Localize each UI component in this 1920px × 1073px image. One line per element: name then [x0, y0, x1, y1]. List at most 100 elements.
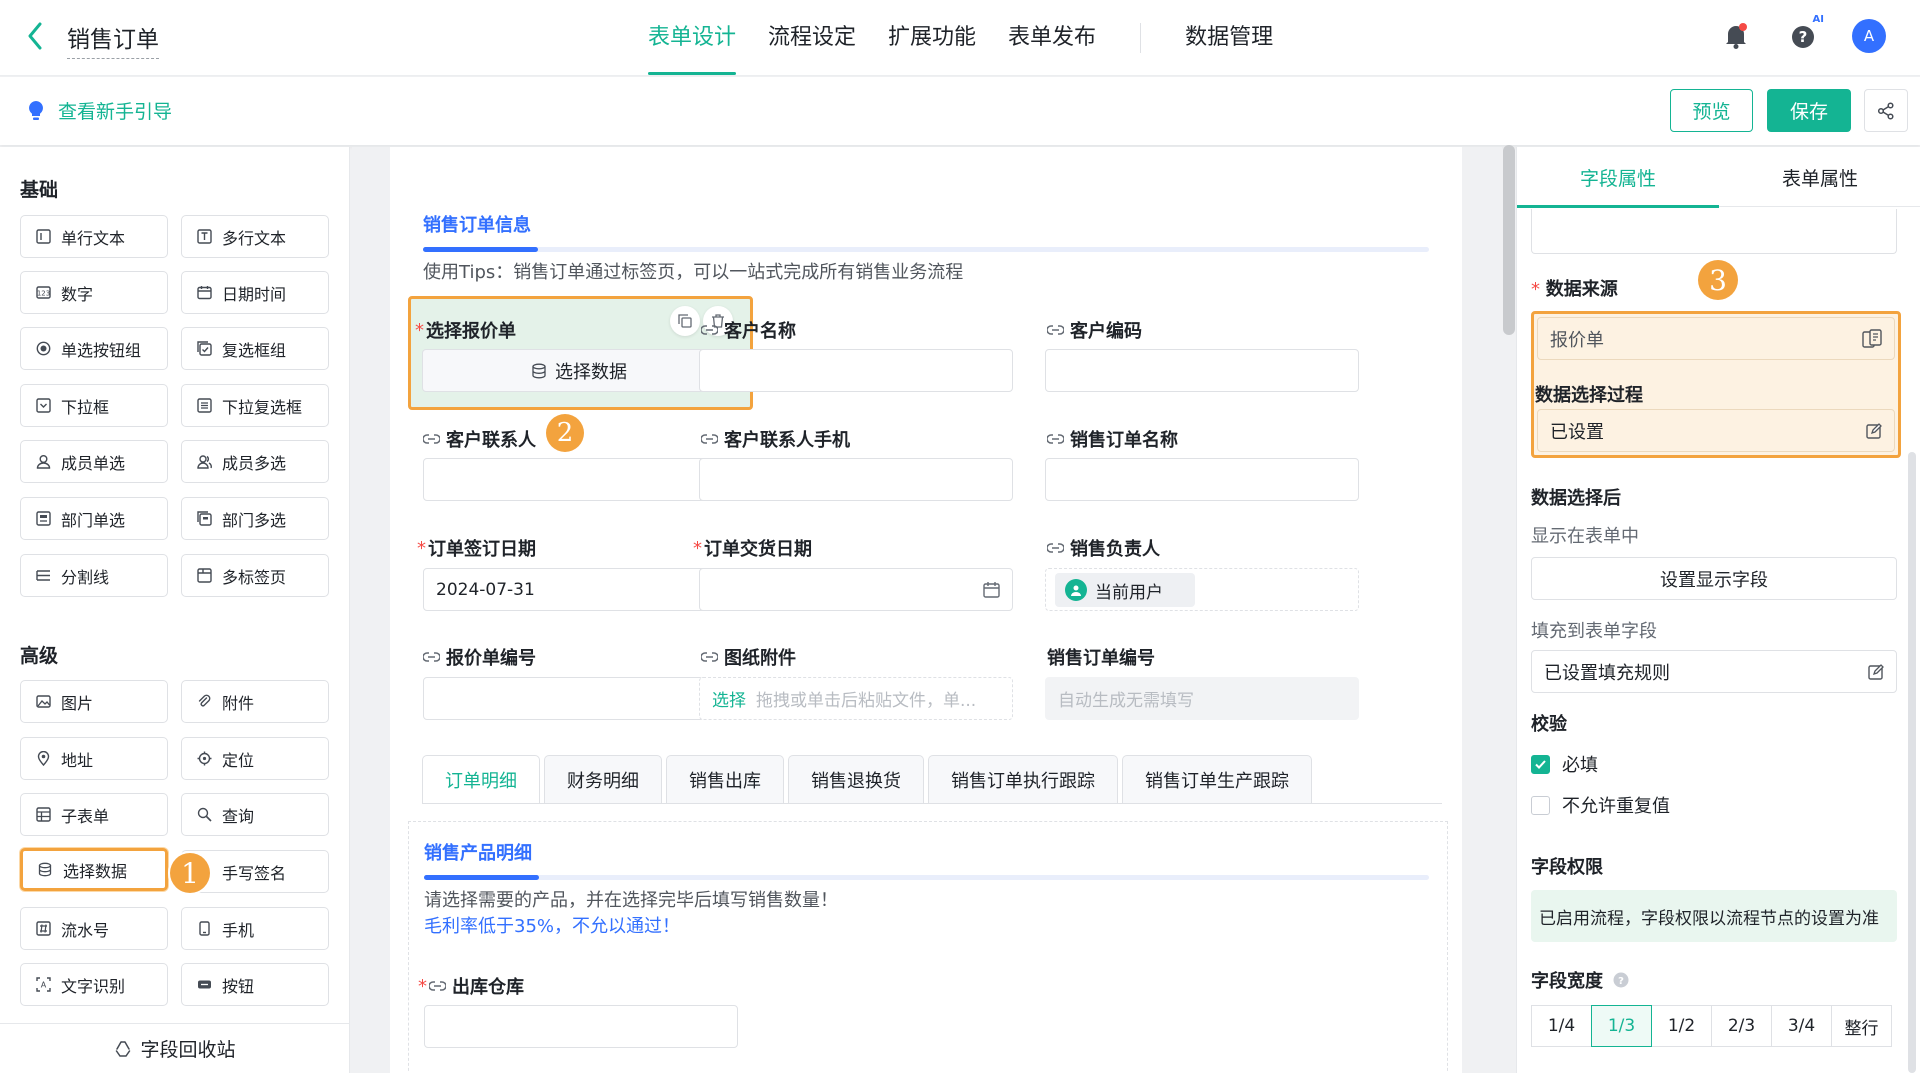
component-ocr[interactable]: A 文字识别: [20, 963, 168, 1006]
width-option-full[interactable]: 整行: [1831, 1005, 1892, 1047]
component-member-single[interactable]: 成员单选: [20, 440, 168, 483]
warehouse-input[interactable]: [424, 1005, 738, 1048]
component-location[interactable]: 定位: [181, 737, 329, 780]
back-button[interactable]: [20, 18, 50, 54]
field-width-label: 字段宽度?: [1531, 967, 1629, 993]
selection-process-input[interactable]: 已设置: [1537, 409, 1895, 452]
component-phone[interactable]: 手机: [181, 907, 329, 950]
properties-scrollbar[interactable]: [1908, 452, 1916, 1073]
subtab-production-tracking[interactable]: 销售订单生产跟踪: [1122, 755, 1312, 803]
component-multi-line-text[interactable]: 多行文本: [181, 215, 329, 258]
delivery-date-input[interactable]: [699, 568, 1013, 611]
form-tips: 使用Tips：销售订单通过标签页，可以一站式完成所有销售业务流程: [423, 262, 964, 283]
tab-publish[interactable]: 表单发布: [1008, 0, 1096, 76]
subtab-finance-detail[interactable]: 财务明细: [544, 755, 662, 803]
tab-form-properties[interactable]: 表单属性: [1719, 147, 1920, 207]
component-number[interactable]: 123 数字: [20, 271, 168, 314]
sub-tabs: 订单明细 财务明细 销售出库 销售退换货 销售订单执行跟踪 销售订单生产跟踪: [422, 755, 1312, 803]
component-button[interactable]: 按钮: [181, 963, 329, 1006]
textarea-icon: [196, 229, 212, 245]
nav-divider: [1140, 23, 1142, 53]
width-option-2-3[interactable]: 2/3: [1711, 1005, 1772, 1047]
data-source-input[interactable]: 报价单: [1537, 317, 1895, 360]
tab-field-properties[interactable]: 字段属性: [1517, 147, 1719, 208]
text-field-icon: [35, 229, 51, 245]
recycle-bin-button[interactable]: 字段回收站: [0, 1023, 350, 1073]
quote-no-input[interactable]: [423, 677, 737, 720]
no-duplicate-checkbox[interactable]: 不允许重复值: [1531, 792, 1670, 818]
component-dropdown[interactable]: 下拉框: [20, 384, 168, 427]
guide-link[interactable]: 查看新手引导: [28, 97, 172, 124]
after-select-label: 数据选择后: [1531, 488, 1621, 509]
select-data-button[interactable]: 选择数据: [422, 349, 736, 392]
serial-icon: [35, 921, 51, 937]
section-title: 销售订单信息: [423, 215, 531, 236]
required-checkbox[interactable]: 必填: [1531, 751, 1598, 777]
tab-data-management[interactable]: 数据管理: [1185, 0, 1273, 76]
sub-tip-2: 毛利率低于35%，不允以通过！: [424, 916, 681, 937]
component-image[interactable]: 图片: [20, 680, 168, 723]
field-permission-label: 字段权限: [1531, 857, 1603, 878]
order-no-input: 自动生成无需填写: [1045, 677, 1359, 720]
customer-name-input[interactable]: [699, 349, 1013, 392]
customer-code-input[interactable]: [1045, 349, 1359, 392]
subtab-execution-tracking[interactable]: 销售订单执行跟踪: [928, 755, 1118, 803]
component-multi-tabs[interactable]: 多标签页: [181, 554, 329, 597]
tab-form-design[interactable]: 表单设计: [648, 0, 737, 76]
attachment-dropzone[interactable]: 选择 拖拽或单击后粘贴文件，单...: [699, 677, 1013, 720]
set-display-fields-button[interactable]: 设置显示字段: [1531, 557, 1897, 600]
component-single-line-text[interactable]: 单行文本: [20, 215, 168, 258]
fill-rules-input[interactable]: 已设置填充规则: [1531, 650, 1897, 693]
canvas-scrollbar[interactable]: [1503, 145, 1515, 335]
contact-phone-input[interactable]: [699, 458, 1013, 501]
bell-icon[interactable]: [1716, 16, 1756, 56]
subtab-order-detail[interactable]: 订单明细: [422, 755, 540, 803]
avatar[interactable]: A: [1852, 19, 1886, 53]
tab-extensions[interactable]: 扩展功能: [888, 0, 976, 76]
component-radio-group[interactable]: 单选按钮组: [20, 327, 168, 370]
share-button[interactable]: [1864, 89, 1908, 132]
attachment-select-link[interactable]: 选择: [712, 686, 746, 711]
scan-text-icon: A: [35, 977, 51, 993]
component-subform[interactable]: 子表单: [20, 793, 168, 836]
tab-process[interactable]: 流程设定: [768, 0, 856, 76]
image-icon: [35, 694, 51, 710]
width-option-3-4[interactable]: 3/4: [1771, 1005, 1832, 1047]
help-icon[interactable]: ? AI: [1784, 14, 1824, 56]
calendar-icon: [983, 582, 1000, 598]
preview-button[interactable]: 预览: [1670, 89, 1753, 132]
component-datetime[interactable]: 日期时间: [181, 271, 329, 314]
component-dropdown-multi[interactable]: 下拉复选框: [181, 384, 329, 427]
save-button[interactable]: 保存: [1767, 89, 1851, 132]
component-divider[interactable]: 分割线: [20, 554, 168, 597]
width-option-1-3[interactable]: 1/3: [1591, 1005, 1652, 1047]
contact-input[interactable]: [423, 458, 737, 501]
component-address[interactable]: 地址: [20, 737, 168, 780]
width-option-1-4[interactable]: 1/4: [1531, 1005, 1592, 1047]
app-title[interactable]: 销售订单: [67, 20, 159, 59]
subtab-sales-outbound[interactable]: 销售出库: [666, 755, 784, 803]
component-checkbox-group[interactable]: 复选框组: [181, 327, 329, 370]
sign-date-input[interactable]: 2024-07-31: [423, 568, 737, 611]
sub-tip-1: 请选择需要的产品，并在选择完毕后填写销售数量！: [424, 890, 838, 911]
checkbox-icon: [196, 341, 212, 357]
component-attachment[interactable]: 附件: [181, 680, 329, 723]
field-label-warehouse: * 出库仓库: [418, 975, 524, 999]
component-serial-number[interactable]: 流水号: [20, 907, 168, 950]
width-option-1-2[interactable]: 1/2: [1651, 1005, 1712, 1047]
nav-tabs: 表单设计 流程设定 扩展功能 表单发布 数据管理: [648, 0, 1305, 76]
properties-panel: 字段属性 表单属性 * 数据来源 3 报价单 数据选择过程 已设置 数据选择后 …: [1516, 147, 1920, 1073]
current-user-tag[interactable]: 当前用户: [1055, 573, 1195, 607]
help-circle-icon[interactable]: ?: [1613, 972, 1629, 988]
component-query[interactable]: 查询: [181, 793, 329, 836]
svg-text:?: ?: [1618, 976, 1624, 987]
order-name-input[interactable]: [1045, 458, 1359, 501]
component-department-single[interactable]: 部门单选: [20, 497, 168, 540]
previous-property-input[interactable]: [1531, 209, 1897, 254]
copy-field-button[interactable]: [670, 306, 700, 336]
component-department-multi[interactable]: 部门多选: [181, 497, 329, 540]
component-select-data[interactable]: 选择数据: [20, 848, 168, 891]
subtab-sales-return[interactable]: 销售退换货: [788, 755, 924, 803]
fill-form-label: 填充到表单字段: [1531, 621, 1657, 642]
component-member-multi[interactable]: 成员多选: [181, 440, 329, 483]
